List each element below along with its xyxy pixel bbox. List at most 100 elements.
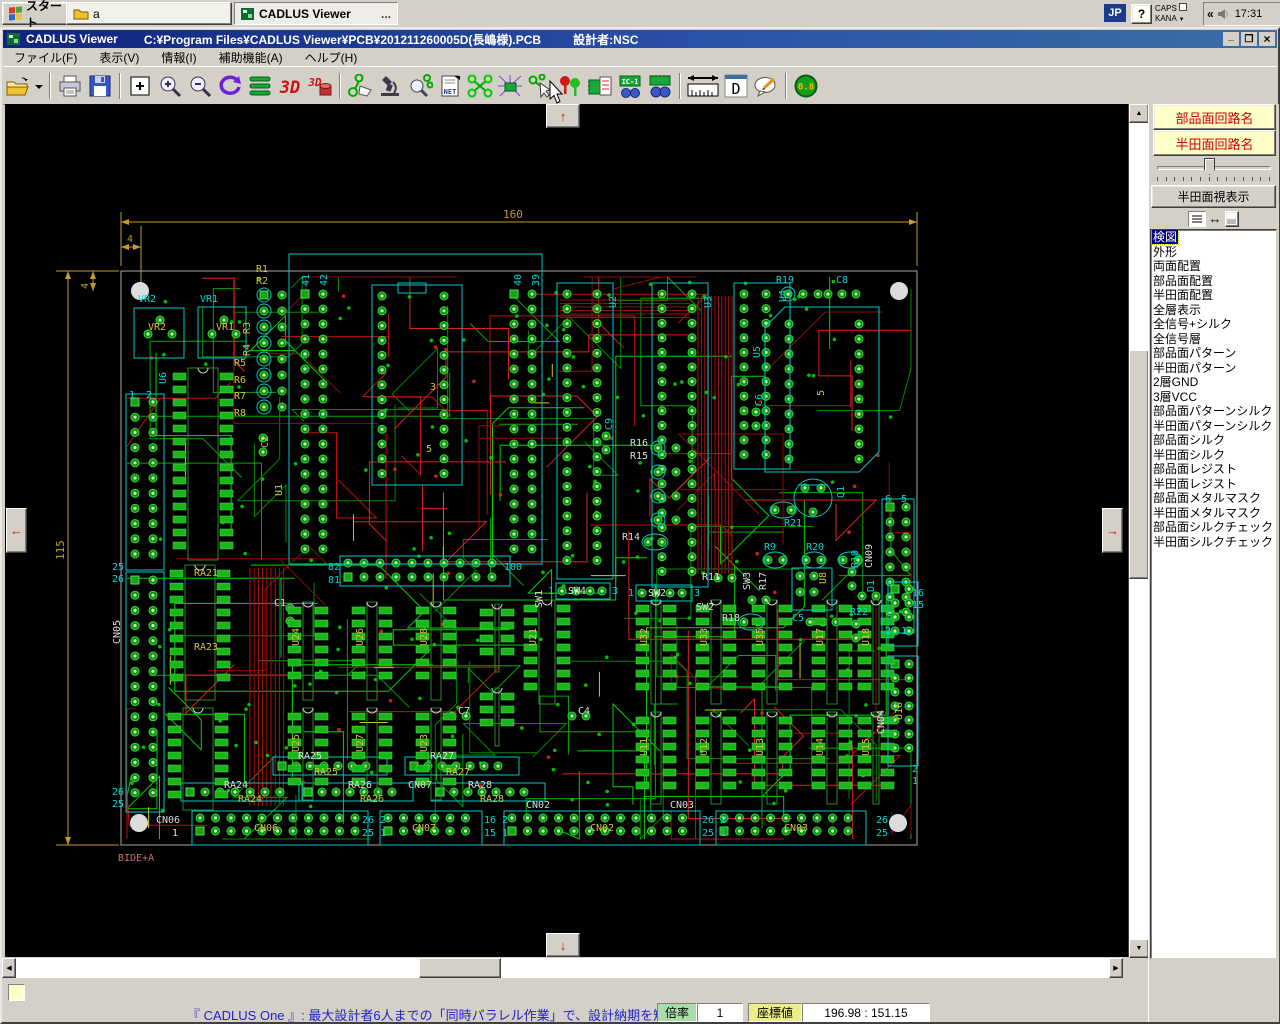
layer-list-item[interactable]: 両面配置 — [1151, 259, 1276, 274]
taskbar-item-a[interactable]: a — [66, 2, 232, 25]
list-view-icon[interactable] — [1188, 211, 1206, 227]
svg-text:C4: C4 — [578, 706, 590, 717]
redraw-button[interactable] — [215, 71, 245, 101]
parts-list-button[interactable] — [585, 71, 615, 101]
minimize-button[interactable]: _ — [1223, 32, 1239, 46]
layer-list-item[interactable]: 部品面シルクチェック — [1151, 520, 1276, 535]
horizontal-scrollbar[interactable]: ◀ ▶ — [2, 958, 1122, 978]
ime-caps-kana[interactable]: CAPS KANA ▼ — [1155, 3, 1199, 24]
layer-list-item[interactable]: 半田面シルクチェック — [1151, 535, 1276, 550]
pcb-canvas[interactable]: 16011544BIDE+AVR2VR1VR2VR1R1R2R3R4R5R6R7… — [5, 104, 1128, 957]
scroll-down-button[interactable]: ▼ — [1129, 939, 1149, 958]
toolbar-separator — [339, 73, 341, 99]
volume-icon[interactable] — [1217, 8, 1230, 20]
menu-item[interactable]: 表示(V) — [88, 48, 150, 67]
layer-list-item[interactable]: 半田面メタルマスク — [1151, 506, 1276, 521]
tray-expand-icon[interactable]: « — [1207, 7, 1214, 21]
compact-view-icon[interactable] — [1225, 211, 1239, 227]
chevron-down-icon — [34, 74, 44, 98]
menu-item[interactable]: ヘルプ(H) — [294, 48, 369, 67]
layer-list-item[interactable]: 部品面配置 — [1151, 274, 1276, 289]
ic-search-button[interactable] — [645, 71, 675, 101]
measure-button[interactable] — [685, 71, 721, 101]
close-button[interactable]: × — [1259, 32, 1275, 46]
layer-list-item[interactable]: 全信号層 — [1151, 332, 1276, 347]
comment-button[interactable] — [751, 71, 781, 101]
layer-list-item[interactable]: 半田面配置 — [1151, 288, 1276, 303]
ime-indicator[interactable]: JP — [1104, 4, 1126, 22]
svg-text:5: 5 — [901, 494, 907, 505]
pan-left-button[interactable]: ← — [6, 508, 27, 553]
layer-list-item[interactable]: 部品面メタルマスク — [1151, 491, 1276, 506]
open-button[interactable] — [3, 71, 33, 101]
svg-text:1: 1 — [548, 586, 554, 597]
ic-search-1-button[interactable]: IC-1 — [615, 71, 645, 101]
scroll-right-button[interactable]: ▶ — [1109, 958, 1123, 978]
svg-text:R3: R3 — [242, 322, 253, 334]
layer-list-item[interactable]: 部品面レジスト — [1151, 462, 1276, 477]
vertical-scroll-thumb[interactable] — [1129, 350, 1149, 579]
taskbar-item-cadlus[interactable]: CADLUS Viewer ... — [234, 2, 398, 25]
slider-thumb[interactable] — [1204, 158, 1215, 175]
layer-list-item[interactable]: 検図 — [1151, 230, 1276, 245]
pan-right-button[interactable]: → — [1102, 508, 1123, 553]
save-button[interactable] — [85, 71, 115, 101]
layer-list-item[interactable]: 半田面パターンシルク — [1151, 419, 1276, 434]
net-search-button[interactable] — [405, 71, 435, 101]
solder-view-button[interactable]: 半田面視表示 — [1151, 185, 1276, 208]
net-search-icon — [407, 74, 433, 98]
svg-text:CN07: CN07 — [412, 823, 436, 834]
dimension-button[interactable]: D — [721, 71, 751, 101]
svg-text:16 2: 16 2 — [484, 815, 508, 826]
layer-list-item[interactable]: 2層GND — [1151, 375, 1276, 390]
net-cross-button[interactable] — [465, 71, 495, 101]
print-button[interactable] — [55, 71, 85, 101]
svg-text:R9: R9 — [764, 542, 776, 553]
part-rays-button[interactable] — [495, 71, 525, 101]
view-3d-board-button[interactable]: 3D — [305, 71, 335, 101]
scroll-left-button[interactable]: ◀ — [2, 958, 16, 978]
component-side-net-button[interactable]: 部品面回路名 — [1153, 104, 1276, 130]
inspect-button[interactable] — [375, 71, 405, 101]
view-3d-button[interactable]: 3D — [275, 71, 305, 101]
windows-flag-icon — [9, 6, 22, 20]
svg-text:1: 1 — [628, 588, 634, 599]
menu-item[interactable]: ファイル(F) — [3, 48, 88, 67]
layer-list-item[interactable]: 全層表示 — [1151, 303, 1276, 318]
layer-list-item[interactable]: 全信号+シルク — [1151, 317, 1276, 332]
pan-up-button[interactable]: ↑ — [546, 104, 580, 128]
toolbar-separator — [49, 73, 51, 99]
layer-list[interactable]: 検図外形両面配置部品面配置半田面配置全層表示全信号+シルク全信号層部品面パターン… — [1150, 229, 1277, 959]
svg-text:Q1: Q1 — [836, 486, 847, 498]
svg-text:U12: U12 — [699, 738, 710, 756]
layer-list-item[interactable]: 部品面シルク — [1151, 433, 1276, 448]
svg-text:BIDE+A: BIDE+A — [118, 853, 154, 864]
layer-list-item[interactable]: 部品面パターンシルク — [1151, 404, 1276, 419]
net-list-button[interactable]: NET — [435, 71, 465, 101]
ime-help-button[interactable]: ? — [1131, 4, 1152, 24]
layer-list-item[interactable]: 半田面シルク — [1151, 448, 1276, 463]
layers-button[interactable] — [245, 71, 275, 101]
zoom-in-button[interactable] — [155, 71, 185, 101]
layer-list-item[interactable]: 外形 — [1151, 245, 1276, 260]
probe-button[interactable] — [345, 71, 375, 101]
scroll-up-button[interactable]: ▲ — [1129, 104, 1149, 123]
menu-item[interactable]: 情報(I) — [150, 48, 207, 67]
layer-list-item[interactable]: 半田面レジスト — [1151, 477, 1276, 492]
solder-side-net-button[interactable]: 半田面回路名 — [1153, 130, 1276, 156]
vertical-scrollbar[interactable]: ▲ ▼ — [1128, 104, 1149, 957]
open-dropdown[interactable] — [33, 71, 45, 101]
maximize-button[interactable]: ❐ — [1241, 32, 1257, 46]
zoom-window-button[interactable] — [125, 71, 155, 101]
layer-list-item[interactable]: 半田面パターン — [1151, 361, 1276, 376]
line-width-button[interactable]: 0.8 — [791, 71, 821, 101]
pan-down-button[interactable]: ↓ — [546, 933, 580, 957]
svg-text:C6: C6 — [754, 394, 765, 406]
layer-list-item[interactable]: 3層VCC — [1151, 390, 1276, 405]
svg-text:26 2: 26 2 — [702, 815, 726, 826]
horizontal-scroll-thumb[interactable] — [419, 958, 501, 978]
start-button[interactable]: スタート — [2, 2, 74, 25]
layer-list-item[interactable]: 部品面パターン — [1151, 346, 1276, 361]
menu-item[interactable]: 補助機能(A) — [208, 48, 294, 67]
zoom-out-button[interactable] — [185, 71, 215, 101]
